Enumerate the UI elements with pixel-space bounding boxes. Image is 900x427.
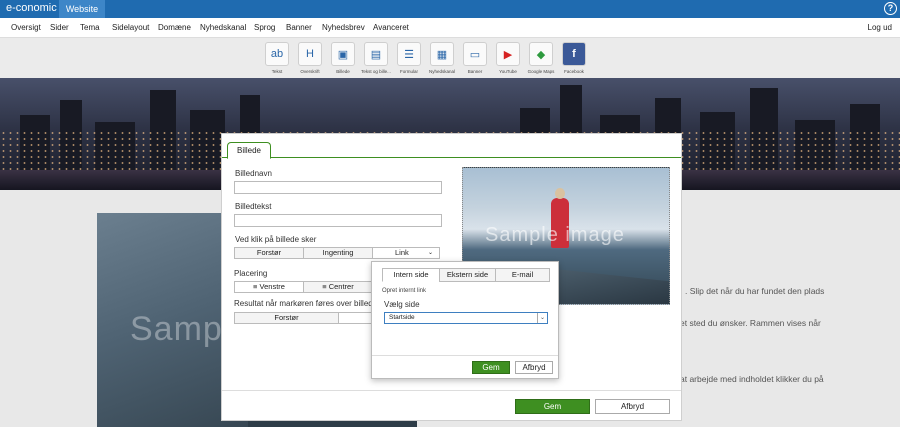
menu-item-avanceret[interactable]: Avanceret bbox=[373, 23, 409, 32]
chevron-down-icon: ⌄ bbox=[537, 313, 547, 323]
hover-option-second[interactable] bbox=[338, 312, 373, 324]
element-toolbar: ab Tekst H Overskrift ▣ Billede ▤ Tekst … bbox=[0, 38, 900, 78]
dialog-tabstrip bbox=[222, 134, 681, 158]
help-icon[interactable]: ? bbox=[884, 2, 897, 15]
maps-icon: ◆ bbox=[529, 42, 553, 66]
dialog-footer-divider bbox=[222, 390, 681, 391]
image-name-label: Billednavn bbox=[235, 169, 272, 178]
select-page-label: Vælg side bbox=[384, 300, 420, 309]
content-image-placeholder bbox=[248, 420, 416, 427]
tool-label: Nyhedskanal bbox=[428, 69, 455, 74]
tool-facebook[interactable]: f Facebook bbox=[559, 42, 589, 74]
tool-text-image[interactable]: ▤ Tekst og bille... bbox=[361, 42, 391, 74]
tab-internal-page[interactable]: Intern side bbox=[382, 268, 440, 282]
click-option-link-label: Link bbox=[395, 248, 409, 257]
tool-form[interactable]: ☰ Formular bbox=[394, 42, 424, 74]
menu-item-banner[interactable]: Banner bbox=[286, 23, 312, 32]
image-caption-input[interactable] bbox=[234, 214, 442, 227]
click-option-link[interactable]: Link ⌄ bbox=[372, 247, 440, 259]
tool-label: Banner bbox=[467, 69, 483, 74]
tool-youtube[interactable]: ▶ YouTube bbox=[493, 42, 523, 74]
link-popup: Intern side Ekstern side E-mail Opret in… bbox=[371, 261, 559, 379]
tool-label: Tekst bbox=[271, 69, 283, 74]
tool-text[interactable]: ab Tekst bbox=[262, 42, 292, 74]
content-text-line: at arbejde med indholdet klikker du på bbox=[680, 374, 824, 384]
preview-sample-text: Sample image bbox=[485, 224, 625, 246]
placement-left-label: Venstre bbox=[259, 282, 285, 291]
youtube-icon: ▶ bbox=[496, 42, 520, 66]
save-button[interactable]: Gem bbox=[515, 399, 590, 414]
tool-label: Google Maps bbox=[527, 69, 555, 74]
tool-label: Facebook bbox=[564, 69, 584, 74]
placement-label: Placering bbox=[234, 269, 268, 278]
link-save-button[interactable]: Gem bbox=[472, 361, 510, 374]
text-icon: ab bbox=[265, 42, 289, 66]
top-bar: e-conomic Website ? bbox=[0, 0, 900, 18]
menu-item-oversigt[interactable]: Oversigt bbox=[11, 23, 41, 32]
hover-option-enlarge[interactable]: Forstør bbox=[234, 312, 339, 324]
click-option-nothing[interactable]: Ingenting bbox=[303, 247, 373, 259]
tool-label: Formular bbox=[399, 69, 418, 74]
image-icon: ▣ bbox=[331, 42, 355, 66]
tab-billede[interactable]: Billede bbox=[227, 142, 271, 159]
tool-label: Overskrift bbox=[300, 69, 320, 74]
cancel-button[interactable]: Afbryd bbox=[595, 399, 670, 414]
click-option-enlarge[interactable]: Forstør bbox=[234, 247, 304, 259]
hover-result-label: Resultat når markøren føres over billede… bbox=[234, 299, 380, 308]
page-select-value: Startside bbox=[389, 314, 415, 321]
menu-item-sprog[interactable]: Sprog bbox=[254, 23, 275, 32]
menu-item-nyhedsbrev[interactable]: Nyhedsbrev bbox=[322, 23, 365, 32]
content-text-line: et sted du ønsker. Rammen vises når bbox=[680, 318, 821, 328]
tab-email[interactable]: E-mail bbox=[495, 268, 550, 282]
tool-label: Tekst og bille... bbox=[361, 69, 391, 74]
website-tab[interactable]: Website bbox=[59, 0, 105, 18]
tool-image[interactable]: ▣ Billede bbox=[328, 42, 358, 74]
menu-item-nyhedskanal[interactable]: Nyhedskanal bbox=[200, 23, 246, 32]
form-icon: ☰ bbox=[397, 42, 421, 66]
placement-center-label: Centrer bbox=[328, 282, 354, 291]
image-name-input[interactable] bbox=[234, 181, 442, 194]
facebook-icon: f bbox=[562, 42, 586, 66]
menu-item-domaene[interactable]: Domæne bbox=[158, 23, 191, 32]
menu-item-tema[interactable]: Tema bbox=[80, 23, 100, 32]
tool-banner[interactable]: ▭ Banner bbox=[460, 42, 490, 74]
news-icon: ▦ bbox=[430, 42, 454, 66]
tool-label: Billede bbox=[336, 69, 350, 74]
link-cancel-button[interactable]: Afbryd bbox=[515, 361, 553, 374]
placement-left[interactable]: ≡ Venstre bbox=[234, 281, 304, 293]
text-image-icon: ▤ bbox=[364, 42, 388, 66]
main-menu: Oversigt Sider Tema Sidelayout Domæne Ny… bbox=[0, 18, 900, 38]
menu-item-sider[interactable]: Sider bbox=[50, 23, 69, 32]
internal-link-heading: Opret internt link bbox=[382, 288, 427, 294]
click-action-label: Ved klik på billede sker bbox=[235, 235, 317, 244]
logout-link[interactable]: Log ud bbox=[868, 23, 892, 32]
tool-news[interactable]: ▦ Nyhedskanal bbox=[427, 42, 457, 74]
page-select[interactable]: Startside ⌄ bbox=[384, 312, 548, 324]
banner-icon: ▭ bbox=[463, 42, 487, 66]
tool-maps[interactable]: ◆ Google Maps bbox=[526, 42, 556, 74]
menu-item-sidelayout[interactable]: Sidelayout bbox=[112, 23, 149, 32]
tab-external-page[interactable]: Ekstern side bbox=[439, 268, 496, 282]
chevron-down-icon: ⌄ bbox=[427, 250, 433, 256]
image-caption-label: Billedtekst bbox=[235, 202, 272, 211]
tool-heading[interactable]: H Overskrift bbox=[295, 42, 325, 74]
brand-logo: e-conomic bbox=[6, 2, 57, 14]
tool-label: YouTube bbox=[499, 69, 517, 74]
placement-center[interactable]: ≡ Centrer bbox=[303, 281, 373, 293]
content-text-line: . Slip det når du har fundet den plads bbox=[685, 286, 825, 296]
heading-icon: H bbox=[298, 42, 322, 66]
popup-divider bbox=[372, 355, 558, 356]
